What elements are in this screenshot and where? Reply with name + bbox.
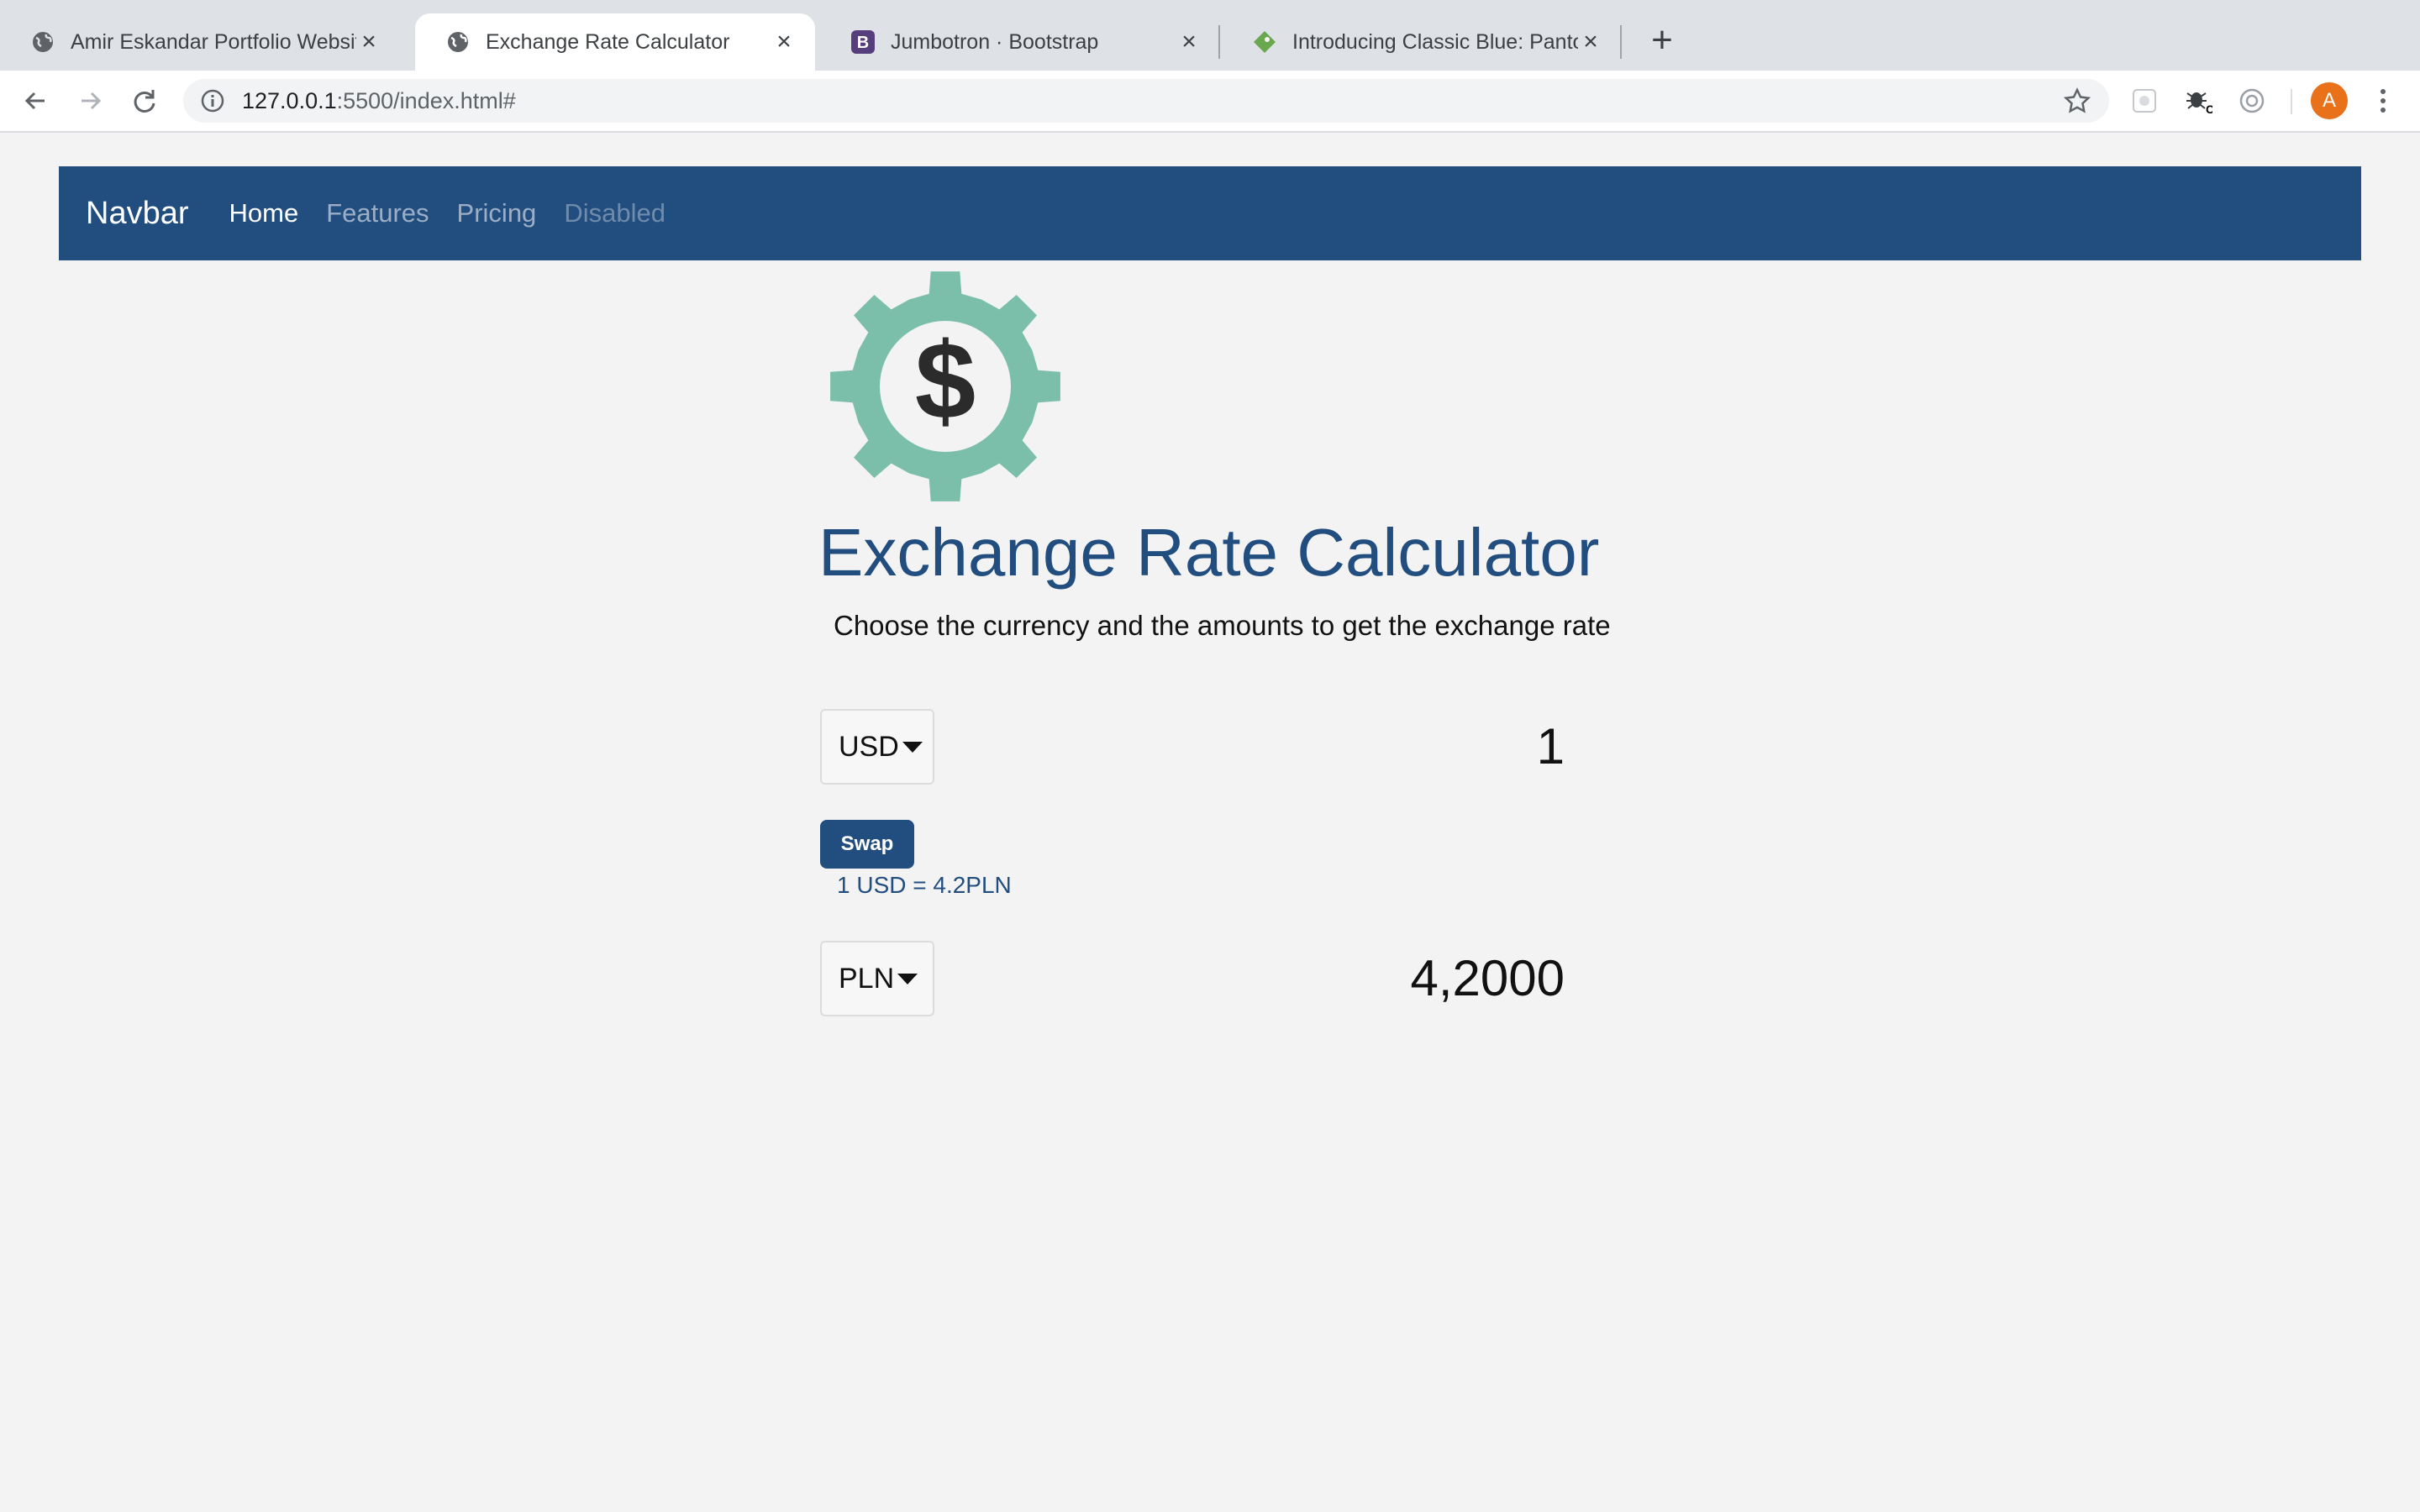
svg-text:$: $ (915, 319, 976, 442)
profile-avatar[interactable]: A (2311, 82, 2348, 119)
tab-title: Introducing Classic Blue: Pantone (1292, 29, 1578, 54)
reload-icon (134, 90, 155, 113)
info-icon (201, 89, 224, 113)
svg-text:B: B (857, 34, 869, 52)
to-currency-value: PLN (839, 962, 895, 995)
globe-icon (445, 29, 471, 55)
arrow-left-icon (24, 92, 45, 110)
address-bar[interactable]: 127.0.0.1:5500/index.html# (183, 79, 2109, 123)
nav-link-pricing[interactable]: Pricing (457, 198, 537, 228)
to-currency-select[interactable]: PLN (820, 941, 934, 1016)
tag-icon (1252, 29, 1277, 55)
new-tab-button[interactable]: + (1640, 18, 1684, 62)
tab-pantone[interactable]: Introducing Classic Blue: Pantone × (1222, 13, 1622, 71)
from-currency-select[interactable]: USD (820, 709, 934, 785)
nav-link-disabled: Disabled (564, 198, 666, 228)
tab-separator (1620, 25, 1622, 59)
caret-down-icon (897, 973, 918, 984)
tab-exchange-rate[interactable]: Exchange Rate Calculator × (415, 13, 815, 71)
caret-down-icon (902, 741, 923, 753)
url-host: 127.0.0.1 (242, 87, 337, 113)
nav-link-features[interactable]: Features (326, 198, 429, 228)
close-icon[interactable]: × (1176, 28, 1202, 56)
target-extension-icon[interactable] (2237, 86, 2267, 116)
close-icon[interactable]: × (356, 28, 381, 56)
extension-icon[interactable] (2129, 86, 2160, 116)
reload-button[interactable] (126, 82, 163, 119)
tab-bootstrap[interactable]: B Jumbotron · Bootstrap × (820, 13, 1220, 71)
svg-text:C: C (2206, 102, 2212, 115)
from-amount-input[interactable]: 1 (1228, 717, 1565, 775)
more-menu-icon[interactable] (2370, 82, 2396, 119)
forward-button[interactable] (72, 82, 109, 119)
close-icon[interactable]: × (1578, 28, 1603, 56)
bug-extension-icon[interactable]: C (2183, 86, 2213, 116)
tab-title: Amir Eskandar Portfolio Website (71, 29, 356, 54)
browser-toolbar: 127.0.0.1:5500/index.html# C A (0, 71, 2420, 133)
url-path: :5500/index.html# (336, 87, 516, 113)
exchange-rate-text: 1 USD = 4.2PLN (837, 872, 1012, 898)
to-amount-input[interactable]: 4,2000 (1228, 949, 1565, 1007)
tab-title: Exchange Rate Calculator (486, 29, 730, 54)
top-navbar: Navbar Home Features Pricing Disabled (59, 166, 2361, 260)
toolbar-divider (2291, 89, 2292, 114)
tab-title: Jumbotron · Bootstrap (891, 29, 1099, 54)
tab-separator (1218, 25, 1220, 59)
navbar-brand[interactable]: Navbar (86, 196, 189, 232)
bootstrap-icon: B (850, 29, 876, 55)
globe-icon (30, 29, 55, 55)
page-subtitle: Choose the currency and the amounts to g… (834, 610, 1611, 641)
arrow-right-icon (82, 92, 102, 110)
tab-portfolio[interactable]: Amir Eskandar Portfolio Website × (0, 13, 400, 71)
close-icon[interactable]: × (771, 28, 797, 56)
bookmark-star-icon[interactable] (2064, 87, 2091, 114)
back-button[interactable] (17, 82, 54, 119)
swap-button[interactable]: Swap (820, 820, 914, 869)
nav-link-home[interactable]: Home (229, 198, 299, 228)
from-currency-value: USD (839, 730, 899, 763)
browser-tab-strip: Amir Eskandar Portfolio Website × Exchan… (0, 0, 2420, 71)
page-title: Exchange Rate Calculator (818, 515, 1600, 590)
dollar-gear-icon: $ (830, 271, 1060, 501)
